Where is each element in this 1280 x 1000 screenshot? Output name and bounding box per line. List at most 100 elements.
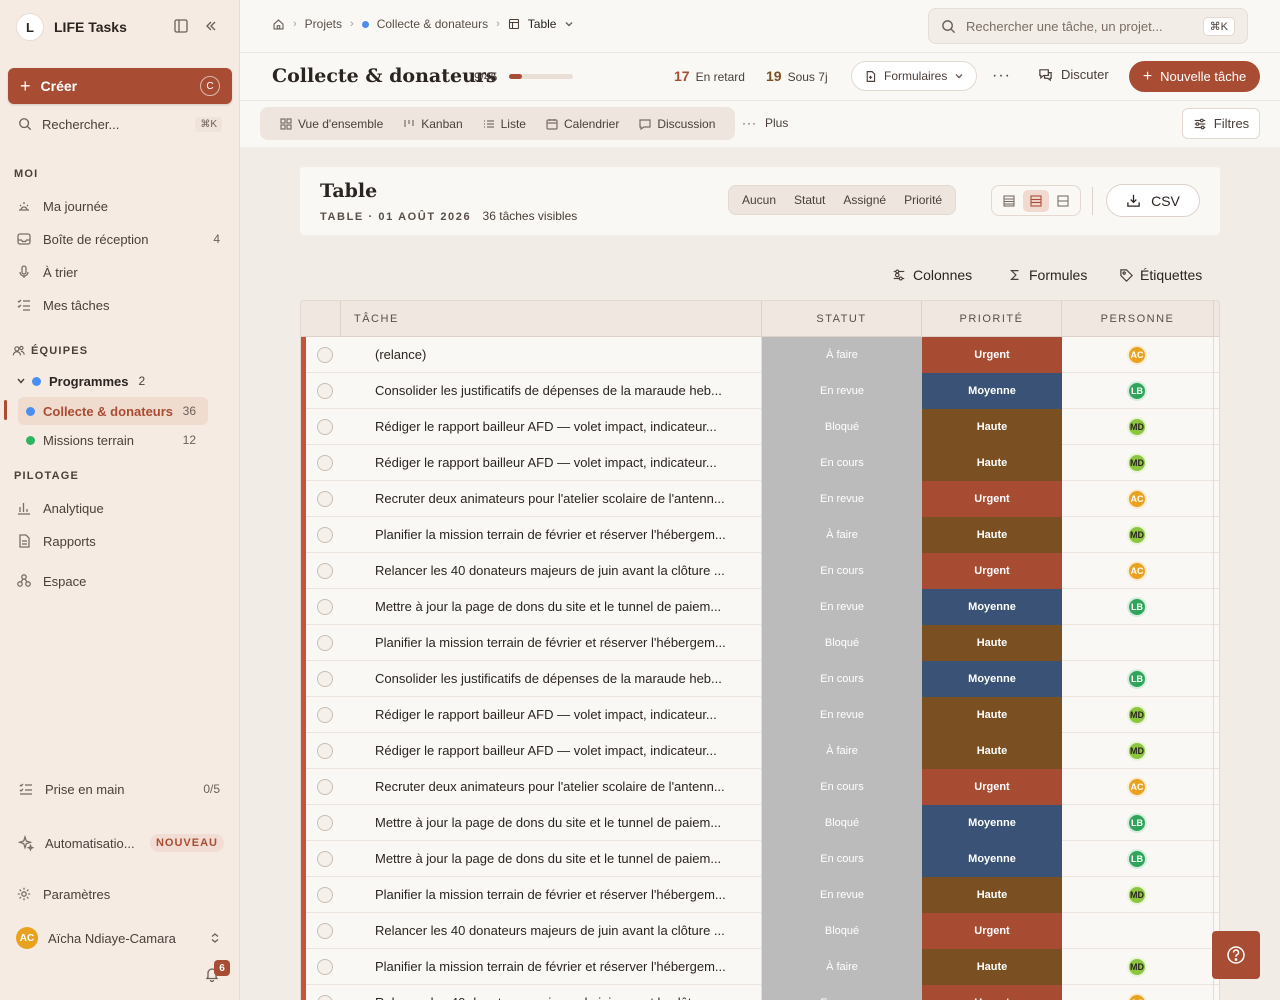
task-title[interactable]: Rédiger le rapport bailleur AFD — volet …: [375, 445, 755, 481]
table-row[interactable]: Rédiger le rapport bailleur AFD — volet …: [301, 733, 1219, 769]
collapse-sidebar-icon[interactable]: [203, 18, 221, 36]
column-header-task[interactable]: TÂCHE: [341, 301, 762, 337]
priority-cell[interactable]: Moyenne: [922, 805, 1062, 841]
table-row[interactable]: Rédiger le rapport bailleur AFD — volet …: [301, 445, 1219, 481]
avatar[interactable]: AC: [1127, 561, 1147, 581]
sidebar-item-collecte[interactable]: Collecte & donateurs 36: [18, 397, 208, 425]
breadcrumb-project[interactable]: Collecte & donateurs: [377, 17, 488, 31]
task-title[interactable]: Mettre à jour la page de dons du site et…: [375, 589, 755, 625]
status-cell[interactable]: En revue: [762, 373, 922, 409]
avatar[interactable]: MD: [1127, 453, 1147, 473]
group-option-assignee[interactable]: Assigné: [834, 193, 895, 207]
task-title[interactable]: Relancer les 40 donateurs majeurs de jui…: [375, 553, 755, 589]
status-cell[interactable]: En cours: [762, 553, 922, 589]
avatar[interactable]: LB: [1127, 597, 1147, 617]
status-cell[interactable]: Bloqué: [762, 625, 922, 661]
avatar[interactable]: LB: [1127, 849, 1147, 869]
priority-cell[interactable]: Urgent: [922, 553, 1062, 589]
global-search[interactable]: Rechercher une tâche, un projet... ⌘K: [928, 8, 1248, 44]
forms-button[interactable]: Formulaires: [851, 61, 977, 91]
task-title[interactable]: Consolider les justificatifs de dépenses…: [375, 661, 755, 697]
table-row[interactable]: Mettre à jour la page de dons du site et…: [301, 841, 1219, 877]
status-cell[interactable]: En cours: [762, 661, 922, 697]
priority-cell[interactable]: Haute: [922, 877, 1062, 913]
status-cell[interactable]: En revue: [762, 697, 922, 733]
row-checkbox[interactable]: [317, 707, 333, 723]
task-title[interactable]: Mettre à jour la page de dons du site et…: [375, 841, 755, 877]
density-comfortable-icon[interactable]: [1050, 190, 1076, 212]
status-cell[interactable]: Bloqué: [762, 805, 922, 841]
tab-calendar[interactable]: Calendrier: [536, 117, 629, 131]
sidebar-item-programmes[interactable]: Programmes 2: [8, 367, 232, 395]
sidebar-item-analytique[interactable]: Analytique: [8, 494, 232, 522]
priority-cell[interactable]: Moyenne: [922, 373, 1062, 409]
table-row[interactable]: Mettre à jour la page de dons du site et…: [301, 589, 1219, 625]
avatar[interactable]: AC: [1127, 345, 1147, 365]
table-row[interactable]: Consolider les justificatifs de dépenses…: [301, 373, 1219, 409]
table-row[interactable]: (relance) À faire Urgent AC: [301, 337, 1219, 373]
task-title[interactable]: Relancer les 40 donateurs majeurs de jui…: [375, 913, 755, 949]
task-title[interactable]: Planifier la mission terrain de février …: [375, 517, 755, 553]
avatar[interactable]: AC: [1127, 777, 1147, 797]
task-title[interactable]: (relance): [375, 337, 755, 373]
columns-button[interactable]: Colonnes: [892, 267, 972, 283]
row-checkbox[interactable]: [317, 851, 333, 867]
create-button[interactable]: + Créer C: [8, 68, 232, 104]
status-cell[interactable]: Bloqué: [762, 913, 922, 949]
priority-cell[interactable]: Urgent: [922, 913, 1062, 949]
home-icon[interactable]: [272, 18, 285, 31]
priority-cell[interactable]: Haute: [922, 445, 1062, 481]
row-checkbox[interactable]: [317, 887, 333, 903]
priority-cell[interactable]: Urgent: [922, 337, 1062, 373]
row-checkbox[interactable]: [317, 527, 333, 543]
tags-button[interactable]: Étiquettes: [1119, 267, 1202, 283]
priority-cell[interactable]: Moyenne: [922, 661, 1062, 697]
avatar[interactable]: MD: [1127, 885, 1147, 905]
table-row[interactable]: Consolider les justificatifs de dépenses…: [301, 661, 1219, 697]
priority-cell[interactable]: Haute: [922, 733, 1062, 769]
table-row[interactable]: Planifier la mission terrain de février …: [301, 625, 1219, 661]
density-normal-icon[interactable]: [1022, 189, 1049, 212]
sidebar-item-ma-journee[interactable]: Ma journée: [8, 192, 232, 220]
group-option-priority[interactable]: Priorité: [895, 193, 951, 207]
avatar[interactable]: MD: [1127, 705, 1147, 725]
row-checkbox[interactable]: [317, 743, 333, 759]
row-checkbox[interactable]: [317, 815, 333, 831]
row-checkbox[interactable]: [317, 419, 333, 435]
avatar[interactable]: MD: [1127, 741, 1147, 761]
help-button[interactable]: [1212, 931, 1260, 979]
tab-discussion[interactable]: Discussion: [629, 117, 725, 131]
breadcrumb-view[interactable]: Table: [528, 17, 557, 31]
row-checkbox[interactable]: [317, 779, 333, 795]
group-option-none[interactable]: Aucun: [733, 193, 785, 207]
row-checkbox[interactable]: [317, 491, 333, 507]
task-title[interactable]: Rédiger le rapport bailleur AFD — volet …: [375, 697, 755, 733]
avatar[interactable]: MD: [1127, 957, 1147, 977]
column-header-priority[interactable]: PRIORITÉ: [922, 301, 1062, 337]
filters-button[interactable]: Filtres: [1182, 108, 1260, 139]
avatar[interactable]: LB: [1127, 381, 1147, 401]
more-views-button[interactable]: ··· Plus: [742, 116, 788, 130]
task-title[interactable]: Consolider les justificatifs de dépenses…: [375, 373, 755, 409]
new-task-button[interactable]: + Nouvelle tâche: [1129, 61, 1260, 92]
more-options-icon[interactable]: ···: [992, 67, 1011, 85]
task-title[interactable]: Mettre à jour la page de dons du site et…: [375, 805, 755, 841]
avatar[interactable]: AC: [1127, 993, 1147, 1000]
automation-item[interactable]: Automatisatio... NOUVEAU: [10, 829, 232, 857]
priority-cell[interactable]: Haute: [922, 409, 1062, 445]
table-row[interactable]: Recruter deux animateurs pour l'atelier …: [301, 769, 1219, 805]
status-cell[interactable]: En cours: [762, 985, 922, 1000]
task-title[interactable]: Rédiger le rapport bailleur AFD — volet …: [375, 409, 755, 445]
status-cell[interactable]: En revue: [762, 877, 922, 913]
search-input[interactable]: Rechercher une tâche, un projet...: [966, 19, 1163, 34]
status-cell[interactable]: À faire: [762, 733, 922, 769]
task-title[interactable]: Rédiger le rapport bailleur AFD — volet …: [375, 733, 755, 769]
sidebar-item-missions[interactable]: Missions terrain 12: [18, 426, 208, 454]
discuss-button[interactable]: Discuter: [1038, 67, 1109, 82]
row-checkbox[interactable]: [317, 635, 333, 651]
onboarding-item[interactable]: Prise en main 0/5: [10, 775, 232, 803]
task-title[interactable]: Planifier la mission terrain de février …: [375, 877, 755, 913]
row-checkbox[interactable]: [317, 563, 333, 579]
user-menu[interactable]: AC Aïcha Ndiaye-Camara: [8, 924, 232, 952]
tab-overview[interactable]: Vue d'ensemble: [270, 117, 393, 131]
